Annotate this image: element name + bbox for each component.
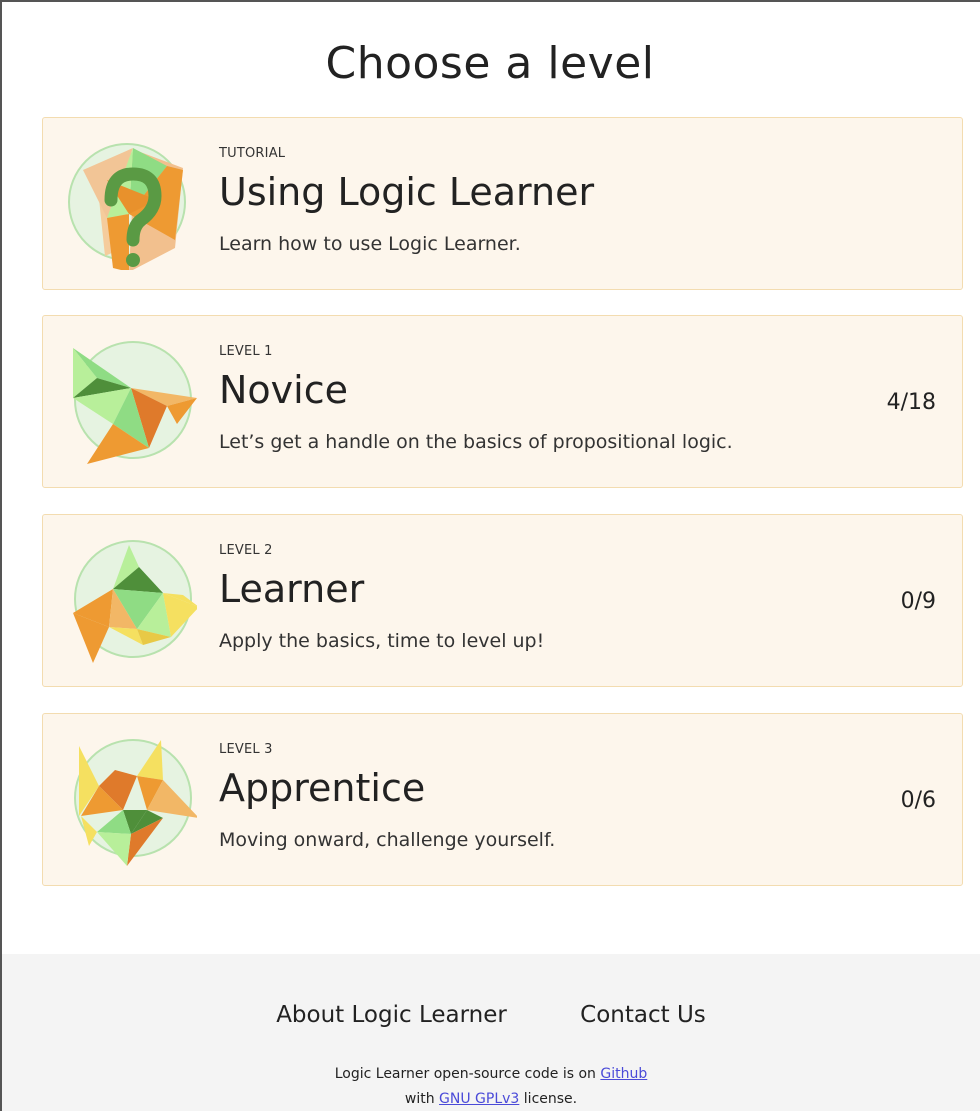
level-description: Apply the basics, time to level up! (219, 630, 545, 652)
level-card-tutorial[interactable]: TUTORIAL Using Logic Learner Learn how t… (42, 117, 963, 290)
level-description: Moving onward, challenge yourself. (219, 829, 556, 851)
learner-polygon-icon (73, 540, 197, 663)
level-tag: TUTORIAL (219, 146, 286, 161)
level-tag: LEVEL 2 (219, 543, 273, 558)
about-link[interactable]: About Logic Learner (276, 1002, 507, 1028)
level-title: Learner (219, 567, 365, 611)
level-card-apprentice[interactable]: LEVEL 3 Apprentice Moving onward, challe… (42, 713, 963, 886)
level-title: Novice (219, 368, 348, 412)
footer-note-mid: with (404, 1091, 440, 1107)
footer-note: Logic Learner open-source code is on Git… (2, 1062, 980, 1111)
level-progress: 0/9 (900, 589, 936, 614)
footer-links: About Logic Learner Contact Us (2, 1002, 980, 1028)
footer: About Logic Learner Contact Us Logic Lea… (2, 954, 980, 1111)
level-card-learner[interactable]: LEVEL 2 Learner Apply the basics, time t… (42, 514, 963, 687)
question-mark-icon (68, 143, 186, 270)
footer-note-suffix: license. (519, 1091, 578, 1107)
level-progress: 0/6 (900, 788, 936, 813)
footer-note-prefix: Logic Learner open-source code is on (334, 1066, 601, 1082)
level-progress: 4/18 (886, 390, 936, 415)
license-link[interactable]: GNU GPLv3 (439, 1091, 519, 1107)
level-card-novice[interactable]: LEVEL 1 Novice Let’s get a handle on the… (42, 315, 963, 488)
page-title: Choose a level (325, 38, 655, 89)
level-title: Using Logic Learner (219, 170, 595, 214)
github-link[interactable]: Github (600, 1066, 647, 1082)
level-description: Learn how to use Logic Learner. (219, 233, 521, 255)
level-description: Let’s get a handle on the basics of prop… (219, 431, 733, 453)
level-title: Apprentice (219, 766, 426, 810)
level-tag: LEVEL 3 (219, 742, 273, 757)
novice-polygon-icon (73, 341, 197, 464)
contact-link[interactable]: Contact Us (580, 1002, 706, 1028)
apprentice-polygon-icon (74, 739, 197, 866)
level-tag: LEVEL 1 (219, 344, 273, 359)
